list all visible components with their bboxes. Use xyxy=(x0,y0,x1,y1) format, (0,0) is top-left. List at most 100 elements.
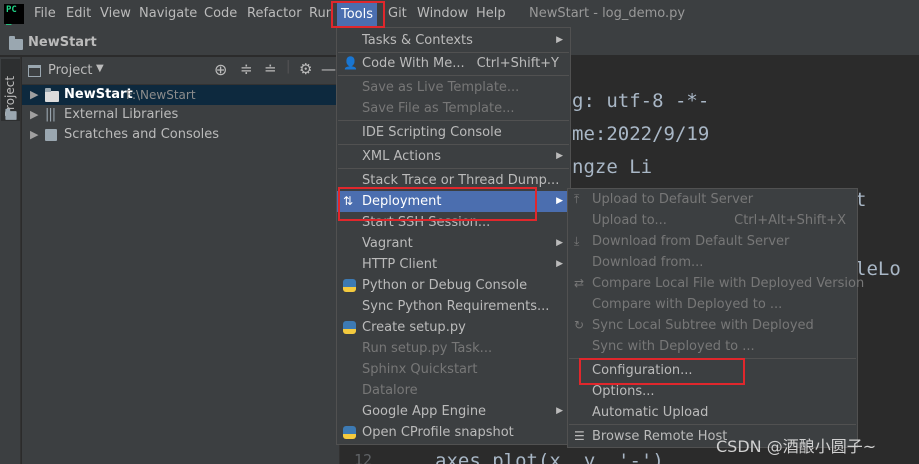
deployment-submenu: ⤒ Upload to Default Server Upload to... Ct… xyxy=(567,188,864,448)
code-line: me:2022/9/19 xyxy=(572,123,710,145)
code-line: ngze Li xyxy=(572,156,653,178)
menu-item-sync-requirements[interactable]: Sync Python Requirements... xyxy=(337,296,570,317)
menu-item-label: XML Actions xyxy=(362,149,441,164)
menu-item-datalore[interactable]: Datalore xyxy=(337,380,570,401)
menu-navigate[interactable]: Navigate xyxy=(139,6,197,21)
project-view-icon xyxy=(28,65,41,77)
menu-item-label: Tasks & Contexts xyxy=(362,33,473,48)
menu-item-label: Compare with Deployed to ... xyxy=(592,297,783,312)
menu-item-vagrant[interactable]: Vagrant ▶ xyxy=(337,233,570,254)
menu-item-label: Run setup.py Task... xyxy=(362,341,493,356)
menubar: PC _ File Edit View Navigate Code Refacto… xyxy=(0,0,919,30)
tree-row-scratches[interactable]: ▶ Scratches and Consoles xyxy=(22,125,339,145)
menu-item-label: Save as Live Template... xyxy=(362,80,520,95)
expand-arrow-icon[interactable]: ▶ xyxy=(30,85,38,105)
python-setup-icon xyxy=(343,321,356,334)
remote-host-icon: ☰ xyxy=(574,429,585,443)
submenu-item-configuration[interactable]: Configuration... xyxy=(568,360,857,381)
menu-view[interactable]: View xyxy=(100,6,131,21)
menu-item-open-cprofile[interactable]: Open CProfile snapshot xyxy=(337,422,570,443)
scratches-icon xyxy=(45,129,57,141)
menu-item-label: Deployment xyxy=(362,194,442,209)
menu-item-create-setup[interactable]: Create setup.py xyxy=(337,317,570,338)
submenu-arrow-icon: ▶ xyxy=(556,259,563,269)
menu-item-label: Python or Debug Console xyxy=(362,278,528,293)
menu-item-label: Google App Engine xyxy=(362,404,487,419)
folder-icon xyxy=(45,88,59,102)
menu-item-label: Browse Remote Host xyxy=(592,429,728,444)
menu-item-sphinx-quickstart[interactable]: Sphinx Quickstart xyxy=(337,359,570,380)
menu-edit[interactable]: Edit xyxy=(66,6,91,21)
menu-item-label: Sync with Deployed to ... xyxy=(592,339,755,354)
submenu-item-upload-to[interactable]: Upload to... Ctrl+Alt+Shift+X xyxy=(568,210,857,231)
expand-arrow-icon[interactable]: ▶ xyxy=(30,105,38,125)
menu-help[interactable]: Help xyxy=(476,6,506,21)
menu-separator xyxy=(338,75,569,76)
menu-refactor[interactable]: Refactor xyxy=(247,6,302,21)
menu-tools[interactable]: Tools xyxy=(337,3,378,27)
menu-window[interactable]: Window xyxy=(417,6,468,21)
menu-item-stack-trace[interactable]: Stack Trace or Thread Dump... xyxy=(337,170,570,191)
menu-item-code-with-me[interactable]: 👤 Code With Me... Ctrl+Shift+Y xyxy=(337,53,570,74)
breadcrumb[interactable]: NewStart xyxy=(28,35,97,50)
menu-file[interactable]: File xyxy=(34,6,56,21)
menu-item-save-live-template[interactable]: Save as Live Template... xyxy=(337,77,570,98)
submenu-item-compare-local[interactable]: ⇄ Compare Local File with Deployed Versio… xyxy=(568,273,864,294)
chevron-down-icon[interactable]: ▼ xyxy=(96,63,104,74)
menu-item-label: Sync Local Subtree with Deployed xyxy=(592,318,814,333)
submenu-item-download-from[interactable]: Download from... xyxy=(568,252,857,273)
menu-item-xml-actions[interactable]: XML Actions ▶ xyxy=(337,146,570,167)
submenu-item-sync-subtree[interactable]: ↻ Sync Local Subtree with Deployed xyxy=(568,315,857,336)
tree-row-newstart[interactable]: ▶ NewStart F:\NewStart xyxy=(22,85,339,105)
hide-panel-icon[interactable]: — xyxy=(321,60,336,78)
menu-item-http-client[interactable]: HTTP Client ▶ xyxy=(337,254,570,275)
submenu-item-download-default[interactable]: ⤓ Download from Default Server xyxy=(568,231,857,252)
collapse-all-icon[interactable]: ≐ xyxy=(264,60,277,78)
compare-icon: ⇄ xyxy=(574,276,585,290)
menu-item-deployment[interactable]: ⇅ Deployment ▶ xyxy=(337,191,570,212)
menu-item-label: Open CProfile snapshot xyxy=(362,425,514,440)
menu-item-run-setup-task[interactable]: Run setup.py Task... xyxy=(337,338,570,359)
menu-code[interactable]: Code xyxy=(204,6,237,21)
menu-separator xyxy=(338,144,569,145)
tree-row-external-libraries[interactable]: ▶ ||| External Libraries xyxy=(22,105,339,125)
menu-item-tasks-contexts[interactable]: Tasks & Contexts ▶ xyxy=(337,30,570,51)
left-tool-stripe: Project xyxy=(0,57,21,464)
menu-item-label: Options... xyxy=(592,384,655,399)
menu-separator xyxy=(569,424,856,425)
menu-item-label: Download from Default Server xyxy=(592,234,790,249)
submenu-item-sync-deployed[interactable]: Sync with Deployed to ... xyxy=(568,336,857,357)
menu-item-ide-scripting-console[interactable]: IDE Scripting Console xyxy=(337,122,570,143)
tree-label: NewStart xyxy=(64,87,133,102)
window-title: NewStart - log_demo.py xyxy=(529,6,686,21)
pycharm-logo-icon: PC _ xyxy=(4,4,24,26)
submenu-item-automatic-upload[interactable]: Automatic Upload xyxy=(568,402,857,423)
project-panel-title[interactable]: Project xyxy=(48,63,92,78)
menu-item-label: Sync Python Requirements... xyxy=(362,299,550,314)
submenu-arrow-icon: ▶ xyxy=(556,196,563,206)
menu-item-shortcut: Ctrl+Alt+Shift+X xyxy=(734,213,846,228)
submenu-item-options[interactable]: Options... xyxy=(568,381,857,402)
menu-run[interactable]: Run xyxy=(309,6,333,21)
profiler-icon xyxy=(343,426,356,439)
project-panel-header: Project ▼ ⊕ ≑ ≐ | ⚙ — xyxy=(22,57,339,85)
menu-item-python-console[interactable]: Python or Debug Console xyxy=(337,275,570,296)
menu-item-label: Create setup.py xyxy=(362,320,466,335)
project-folder-icon xyxy=(5,108,17,120)
menu-item-save-file-template[interactable]: Save File as Template... xyxy=(337,98,570,119)
submenu-item-upload-default[interactable]: ⤒ Upload to Default Server xyxy=(568,189,857,210)
watermark: CSDN @酒酿小圆子~ xyxy=(716,437,877,456)
menu-item-label: Automatic Upload xyxy=(592,405,709,420)
submenu-arrow-icon: ▶ xyxy=(556,406,563,416)
user-icon: 👤 xyxy=(343,56,358,70)
menu-item-start-ssh[interactable]: Start SSH Session... xyxy=(337,212,570,233)
locate-icon[interactable]: ⊕ xyxy=(214,60,227,79)
settings-gear-icon[interactable]: ⚙ xyxy=(299,60,312,78)
expand-arrow-icon[interactable]: ▶ xyxy=(30,125,38,145)
menu-item-google-app-engine[interactable]: Google App Engine ▶ xyxy=(337,401,570,422)
menu-git[interactable]: Git xyxy=(388,6,407,21)
expand-all-icon[interactable]: ≑ xyxy=(240,60,253,78)
menu-item-label: Vagrant xyxy=(362,236,413,251)
menu-item-label: Save File as Template... xyxy=(362,101,515,116)
submenu-item-compare-deployed[interactable]: Compare with Deployed to ... xyxy=(568,294,857,315)
